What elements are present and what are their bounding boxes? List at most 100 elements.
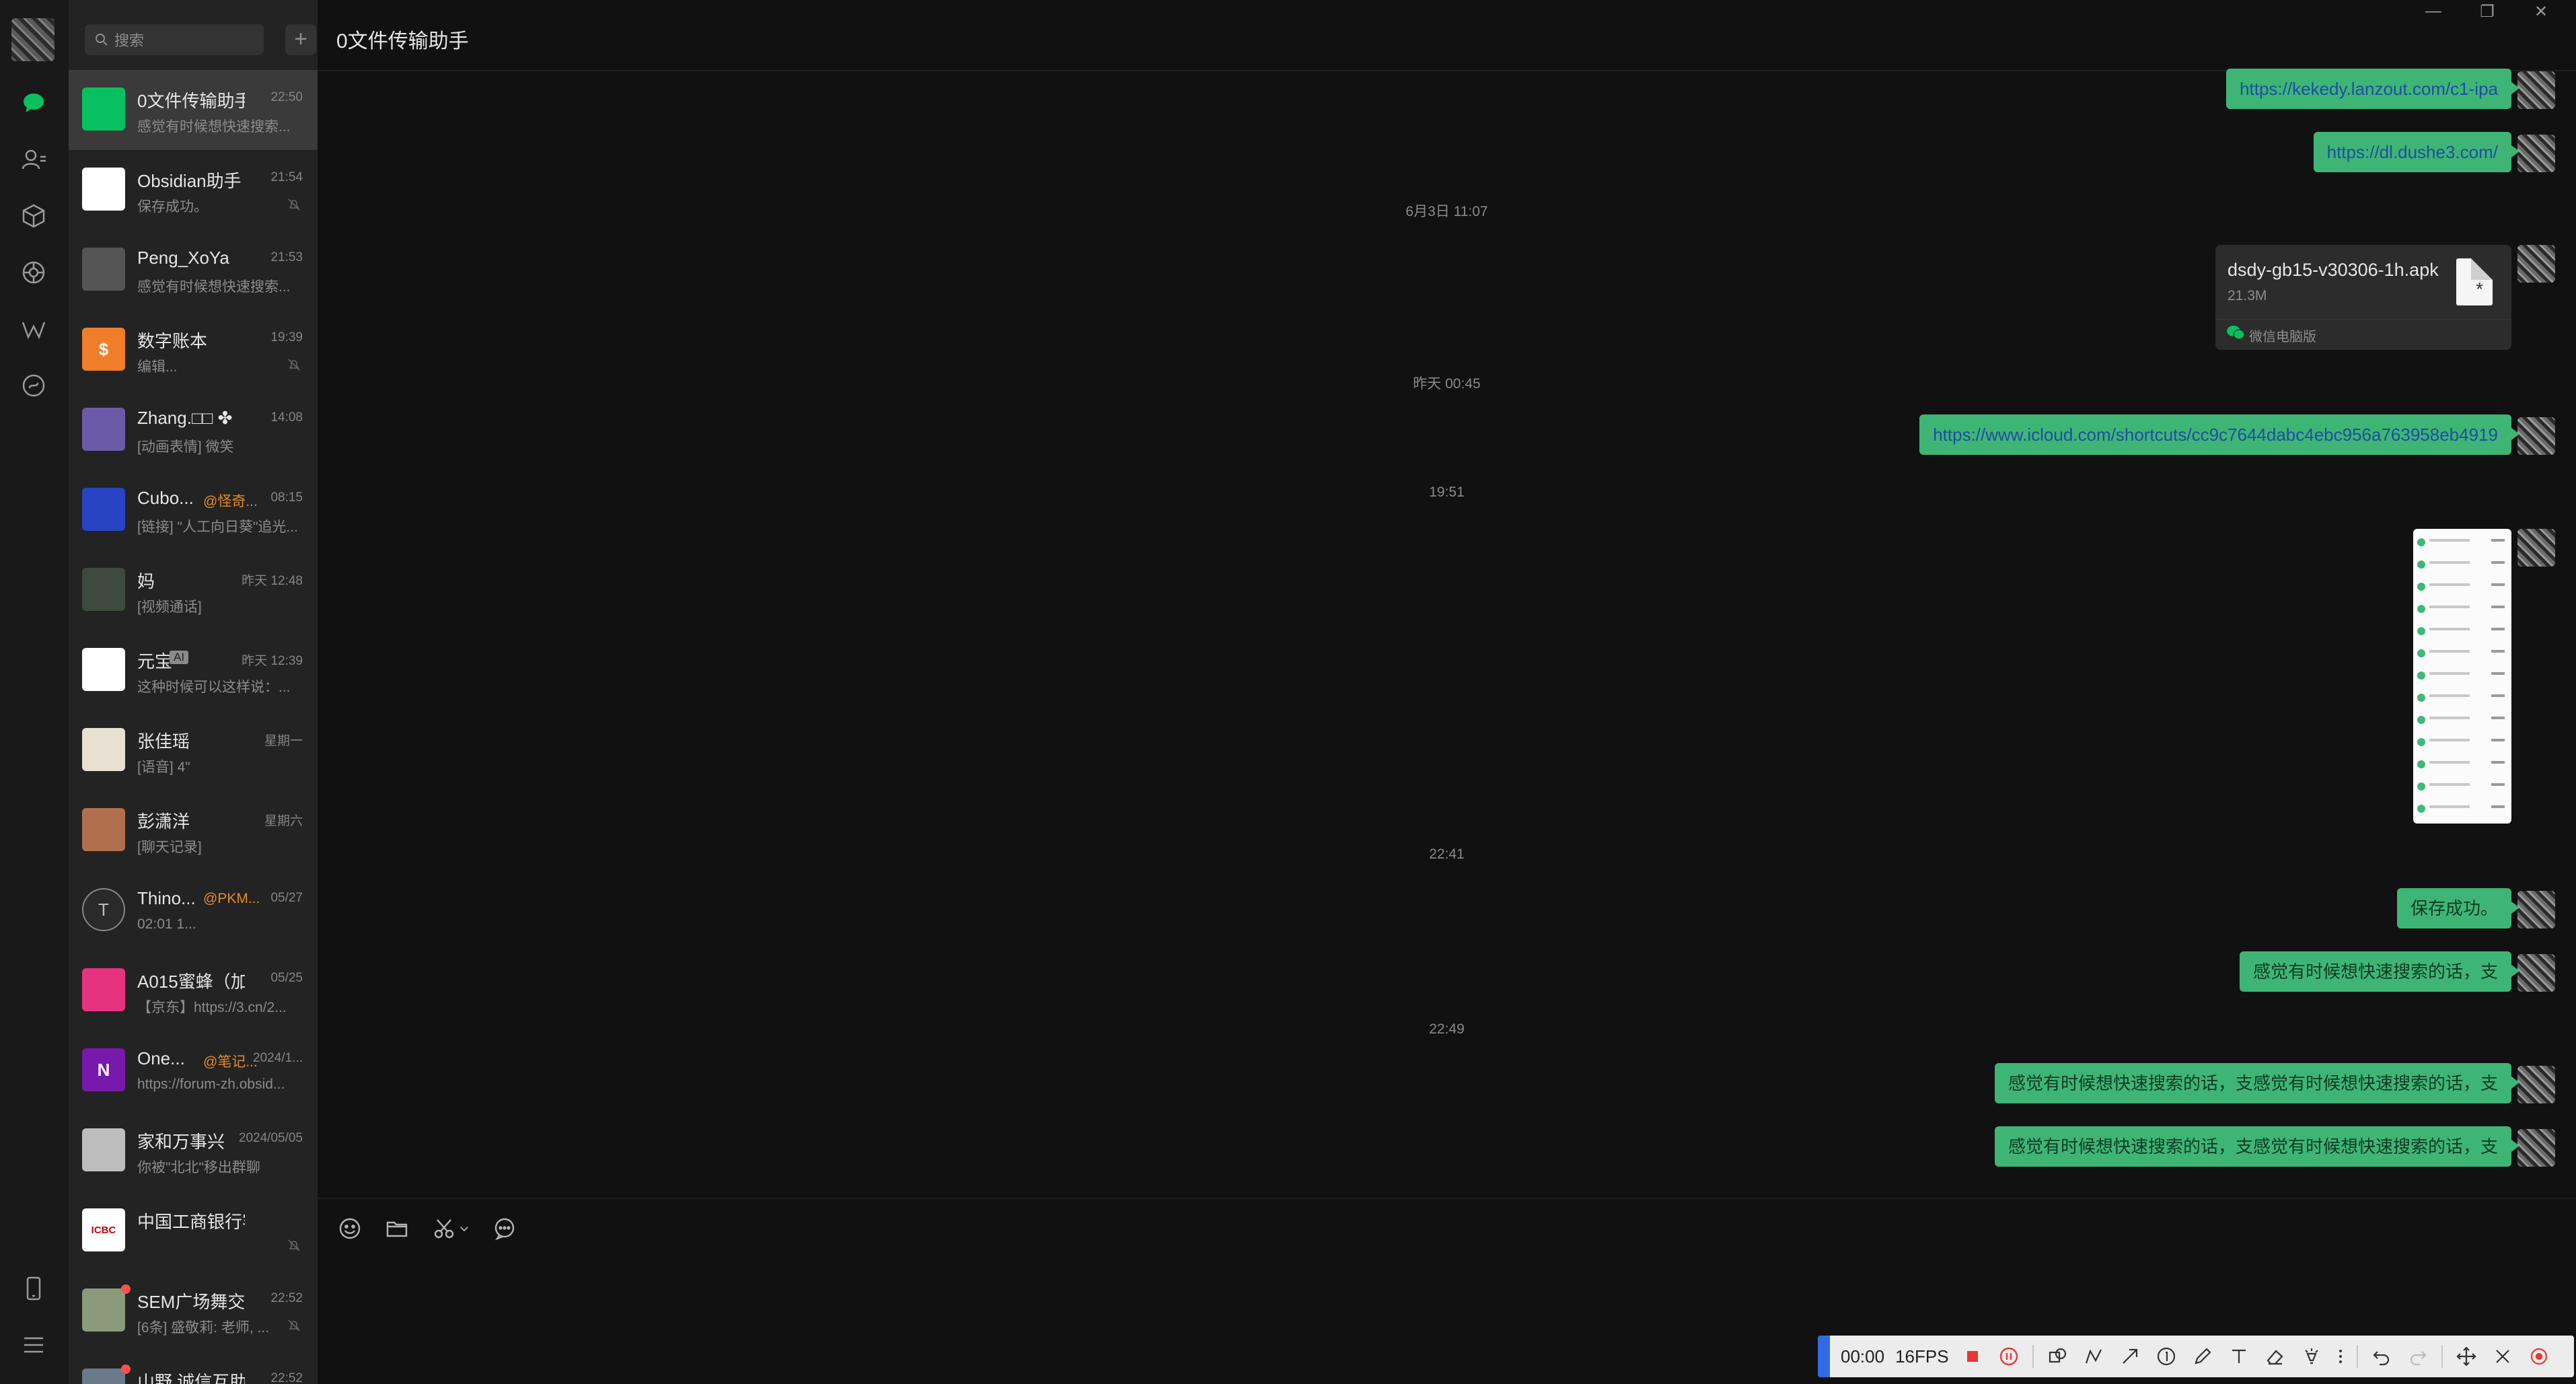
avatar[interactable] (2517, 529, 2555, 567)
mute-icon (288, 1239, 300, 1251)
polyline-icon[interactable] (2081, 1344, 2106, 1369)
avatar[interactable] (2517, 135, 2555, 172)
avatar[interactable] (82, 648, 125, 691)
avatar[interactable] (82, 1369, 125, 1384)
session-item[interactable]: A015蜜蜂（加... 05/25 【京东】https://3.cn/2... (69, 951, 318, 1031)
spotlight-icon[interactable] (2299, 1344, 2324, 1369)
session-time: 22:52 (270, 1291, 303, 1305)
session-list: 0文件传输助手 22:50 感觉有时候想快速搜索... Obsidian助手 21:54… (69, 70, 318, 1384)
avatar[interactable]: $ (82, 328, 125, 371)
avatar[interactable] (82, 248, 125, 291)
favorites-icon[interactable] (18, 201, 49, 231)
stop-record-icon[interactable] (1960, 1344, 1985, 1369)
avatar[interactable] (2517, 1129, 2555, 1167)
avatar[interactable] (2517, 417, 2555, 455)
mute-icon (288, 1319, 300, 1332)
avatar[interactable]: T (82, 888, 125, 931)
record-settings-icon[interactable] (2526, 1344, 2552, 1369)
contacts-icon[interactable] (18, 144, 49, 175)
session-preview: 这种时候可以这样说：... (137, 680, 291, 695)
avatar[interactable] (2517, 954, 2555, 992)
phone-icon[interactable] (18, 1273, 49, 1304)
user-avatar[interactable] (11, 18, 54, 61)
session-item[interactable]: Zhanɡ.□□ ✤ 14:08 [动画表情] 微笑 (69, 390, 318, 470)
session-item[interactable]: 彭潇洋 星期六 [聊天记录] (69, 791, 318, 871)
avatar[interactable] (82, 968, 125, 1011)
session-item[interactable]: 张佳瑶 星期一 [语音] 4" (69, 711, 318, 791)
avatar[interactable] (2517, 1066, 2555, 1103)
mini-programs-icon[interactable] (18, 370, 49, 401)
avatar[interactable] (82, 87, 125, 131)
avatar[interactable] (82, 1288, 125, 1332)
search-input[interactable]: 搜索 (85, 24, 264, 55)
message-text[interactable]: 感觉有时候想快速搜索的话，支感觉有时候想快速搜索的话，支 (1994, 1126, 2520, 1167)
avatar[interactable] (82, 168, 125, 211)
session-item[interactable]: SEM广场舞交... 22:52 [6条] 盛敬莉: 老师, ... (69, 1271, 318, 1351)
session-item[interactable]: 0文件传输助手 22:50 感觉有时候想快速搜索... (69, 70, 318, 150)
avatar[interactable] (82, 728, 125, 771)
session-item[interactable]: Cubo... @怪奇... 08:15 [链接] "人工向日葵"追光... (69, 470, 318, 550)
session-item[interactable]: 元宝 AI 昨天 12:39 这种时候可以这样说：... (69, 630, 318, 711)
avatar[interactable]: N (82, 1048, 125, 1091)
avatar[interactable] (82, 488, 125, 531)
message-text[interactable]: 保存成功。 (2396, 888, 2520, 928)
avatar[interactable] (82, 808, 125, 851)
message-text[interactable]: 感觉有时候想快速搜索的话，支 (2239, 951, 2520, 992)
chevron-down-icon[interactable] (456, 1214, 472, 1243)
session-preview: 你被"北北"移出群聊 (137, 1160, 260, 1175)
scissors-icon[interactable] (429, 1214, 459, 1243)
redo-icon[interactable] (2405, 1344, 2431, 1369)
session-item[interactable]: Obsidian助手 21:54 保存成功。 (69, 150, 318, 230)
avatar[interactable] (2517, 891, 2555, 928)
chat-history-icon[interactable] (490, 1214, 519, 1243)
moments-icon[interactable] (18, 257, 49, 288)
pause-record-icon[interactable] (1996, 1344, 2022, 1369)
menu-icon[interactable] (18, 1330, 49, 1360)
maximize-button[interactable]: ❐ (2464, 0, 2511, 23)
session-item[interactable]: 妈 昨天 12:48 [视频通话] (69, 550, 318, 630)
close-button[interactable]: ✕ (2517, 0, 2565, 23)
chat-icon[interactable] (18, 87, 49, 118)
avatar[interactable] (82, 1128, 125, 1171)
session-time: 21:54 (270, 170, 303, 184)
session-item[interactable]: 山野 诚信互助群 22:52 (69, 1351, 318, 1384)
session-preview: 保存成功。 (137, 199, 208, 215)
avatar[interactable] (2517, 71, 2555, 109)
number-marker-icon[interactable] (2154, 1344, 2179, 1369)
message-text[interactable]: 感觉有时候想快速搜索的话，支感觉有时候想快速搜索的话，支 (1994, 1063, 2520, 1103)
message-link[interactable]: https://dl.dushe3.com/ (2313, 132, 2520, 172)
session-preview: 编辑... (137, 359, 178, 375)
session-item[interactable]: Peng_XoYa 21:53 感觉有时候想快速搜索... (69, 230, 318, 310)
session-item[interactable]: ICBC 中国工商银行客户... (69, 1191, 318, 1271)
file-message[interactable]: dsdy-gb15-v30306-1h.apk 21.3M * 微信电脑版 (2215, 245, 2511, 350)
session-item[interactable]: T Thino... @PKM... 05/27 02:01 1... (69, 871, 318, 951)
close-icon[interactable] (2490, 1344, 2515, 1369)
arrow-icon[interactable] (2117, 1344, 2143, 1369)
session-item[interactable]: N One... @笔记... 2024/1... https://forum-zh.o… (69, 1031, 318, 1111)
session-time: 2024/1... (253, 1051, 303, 1065)
avatar[interactable] (82, 568, 125, 611)
image-message[interactable] (2413, 529, 2511, 824)
avatar[interactable] (2517, 245, 2555, 283)
shapes-icon[interactable] (2045, 1344, 2070, 1369)
folder-icon[interactable] (382, 1214, 412, 1243)
eraser-icon[interactable] (2262, 1344, 2288, 1369)
pen-icon[interactable] (2190, 1344, 2215, 1369)
channels-icon[interactable] (18, 314, 49, 344)
avatar[interactable] (82, 408, 125, 451)
session-item[interactable]: 家和万事兴 2024/05/05 你被"北北"移出群聊 (69, 1111, 318, 1191)
text-tool-icon[interactable] (2226, 1344, 2252, 1369)
emoji-icon[interactable] (335, 1214, 365, 1243)
undo-icon[interactable] (2369, 1344, 2394, 1369)
message-link[interactable]: https://www.icloud.com/shortcuts/cc9c764… (1919, 414, 2519, 455)
message-link[interactable]: https://kekedy.lanzout.com/c1-ipa (2226, 69, 2519, 109)
move-icon[interactable] (2454, 1344, 2479, 1369)
session-name: 山野 诚信互助群 (137, 1372, 245, 1384)
avatar[interactable]: ICBC (82, 1208, 125, 1251)
more-icon[interactable] (2335, 1344, 2346, 1369)
minimize-button[interactable]: — (2410, 0, 2457, 23)
session-time: 昨天 12:48 (242, 574, 303, 588)
add-button[interactable]: + (285, 24, 316, 55)
session-time: 昨天 12:39 (242, 654, 303, 668)
session-item[interactable]: $ 数字账本 19:39 编辑... (69, 310, 318, 390)
